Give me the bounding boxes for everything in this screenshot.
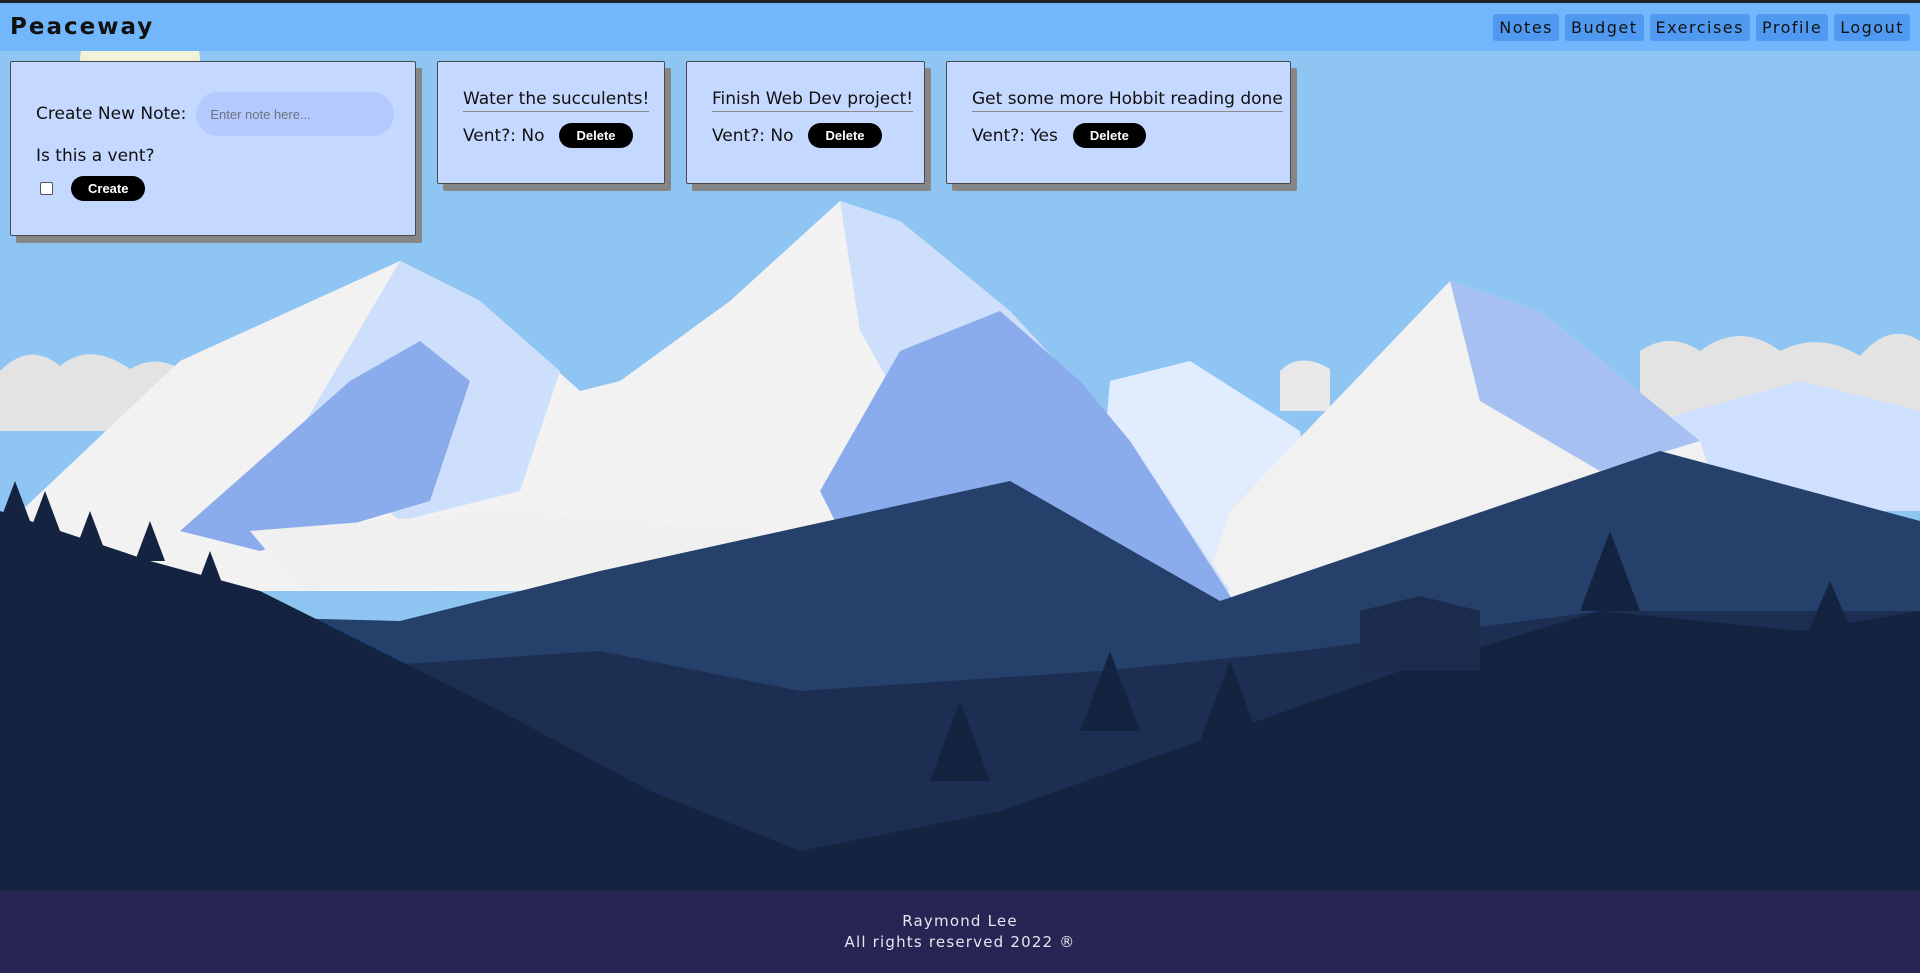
- navbar: Peaceway Notes Budget Exercises Profile …: [0, 3, 1920, 51]
- nav-notes-link[interactable]: Notes: [1493, 13, 1559, 41]
- note-meta: Vent?: No Delete: [463, 123, 633, 148]
- note-meta: Vent?: Yes Delete: [972, 123, 1146, 148]
- delete-button[interactable]: Delete: [808, 123, 882, 148]
- vent-status: Vent?: Yes: [972, 125, 1058, 146]
- delete-button[interactable]: Delete: [1072, 123, 1146, 148]
- footer: Raymond Lee All rights reserved 2022 ®: [0, 891, 1920, 973]
- vent-row: Create: [40, 176, 146, 201]
- create-note-label: Create New Note:: [36, 104, 187, 124]
- note-card: Water the succulents! Vent?: No Delete: [437, 61, 665, 184]
- nav-logout-link[interactable]: Logout: [1834, 13, 1910, 41]
- nav-links: Notes Budget Exercises Profile Logout: [1493, 13, 1910, 41]
- nav-profile-link[interactable]: Profile: [1755, 13, 1829, 41]
- note-title: Water the succulents!: [463, 89, 650, 112]
- create-button[interactable]: Create: [71, 176, 146, 201]
- note-card: Get some more Hobbit reading done Vent?:…: [946, 61, 1291, 184]
- vent-question-label: Is this a vent?: [36, 146, 155, 166]
- note-title: Get some more Hobbit reading done: [972, 89, 1283, 112]
- vent-checkbox[interactable]: [40, 182, 53, 195]
- nav-budget-link[interactable]: Budget: [1565, 13, 1644, 41]
- vent-status: Vent?: No: [712, 125, 794, 146]
- note-meta: Vent?: No Delete: [712, 123, 882, 148]
- footer-rights: All rights reserved 2022 ®: [844, 933, 1076, 951]
- footer-author: Raymond Lee: [902, 912, 1018, 930]
- create-note-row: Create New Note:: [36, 92, 395, 136]
- create-note-card: Create New Note: Is this a vent? Create: [10, 61, 416, 236]
- brand-logo[interactable]: Peaceway: [10, 14, 154, 40]
- vent-status: Vent?: No: [463, 125, 545, 146]
- nav-exercises-link[interactable]: Exercises: [1649, 13, 1750, 41]
- note-card: Finish Web Dev project! Vent?: No Delete: [686, 61, 925, 184]
- note-input[interactable]: [196, 92, 395, 136]
- note-title: Finish Web Dev project!: [712, 89, 914, 112]
- delete-button[interactable]: Delete: [559, 123, 633, 148]
